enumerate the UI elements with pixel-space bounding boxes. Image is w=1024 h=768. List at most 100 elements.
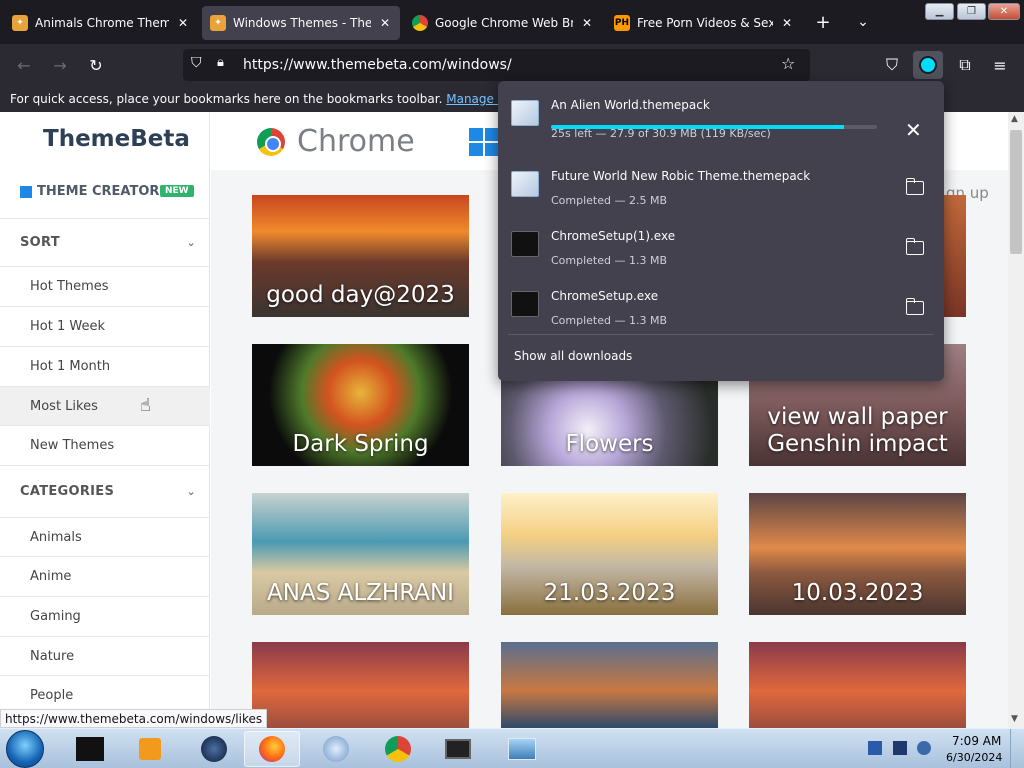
- folder-icon[interactable]: [906, 178, 924, 195]
- categories-heading[interactable]: CATEGORIES ⌄: [0, 465, 210, 517]
- download-item[interactable]: An Alien World.themepack 25s left — 27.9…: [498, 89, 944, 149]
- vertical-scrollbar[interactable]: ▲ ▼: [1008, 112, 1024, 728]
- sidebar-item-label: Animals: [30, 529, 82, 545]
- shield-icon[interactable]: ⛉: [191, 55, 202, 71]
- sidebar-item-animals[interactable]: Animals: [0, 517, 210, 556]
- chevron-down-icon: ⌄: [186, 485, 196, 498]
- taskbar-app-7[interactable]: [430, 731, 486, 767]
- themebeta-icon: ✦: [12, 15, 28, 31]
- theme-creator-label: THEME CREATOR: [37, 184, 160, 199]
- sidebar-item-label: Hot 1 Week: [30, 319, 105, 334]
- sidebar-item-hot-themes[interactable]: Hot Themes: [0, 266, 210, 306]
- folder-icon[interactable]: [906, 238, 924, 255]
- theme-card[interactable]: [252, 642, 469, 728]
- hand-cursor-icon: ☝: [140, 395, 151, 416]
- tab-ph[interactable]: PH Free Porn Videos & Sex Mo ✕: [606, 6, 802, 40]
- sidebar-item-nature[interactable]: Nature: [0, 636, 210, 675]
- scroll-up-icon[interactable]: ▲: [1011, 114, 1018, 124]
- back-arrow-icon: ←: [17, 55, 31, 75]
- panel-divider: [508, 334, 934, 335]
- link-status-bar: https://www.themebeta.com/windows/likes: [0, 709, 268, 728]
- url-text[interactable]: https://www.themebeta.com/windows/: [243, 57, 512, 73]
- site-logo[interactable]: ThemeBeta: [43, 126, 190, 152]
- sidebar-item-hot-1-month[interactable]: Hot 1 Month: [0, 346, 210, 386]
- windows-logo-icon[interactable]: [469, 128, 499, 156]
- taskbar-firefox[interactable]: [244, 731, 300, 767]
- star-icon[interactable]: ☆: [781, 54, 795, 73]
- download-item[interactable]: Future World New Robic Theme.themepack C…: [498, 160, 944, 220]
- sidebar-item-label: Anime: [30, 569, 72, 584]
- themebeta-icon: ✦: [210, 15, 226, 31]
- taskbar-app-3[interactable]: [186, 731, 242, 767]
- taskbar-chrome[interactable]: [370, 731, 426, 767]
- minimize-button[interactable]: ▁: [925, 3, 954, 20]
- sidebar-item-most-likes[interactable]: Most Likes ☝: [0, 386, 210, 425]
- theme-card[interactable]: [749, 642, 966, 728]
- taskbar-app-1[interactable]: [62, 731, 118, 767]
- taskbar-app-8[interactable]: [494, 731, 550, 767]
- download-item[interactable]: ChromeSetup(1).exe Completed — 1.3 MB: [498, 220, 944, 280]
- window-close-button[interactable]: ✕: [988, 3, 1020, 20]
- download-status: Completed — 2.5 MB: [551, 194, 668, 207]
- close-icon[interactable]: ✕: [176, 16, 190, 30]
- scrollbar-thumb[interactable]: [1010, 130, 1022, 254]
- tray-display-icon[interactable]: [893, 741, 907, 755]
- sidebar-item-new-themes[interactable]: New Themes: [0, 425, 210, 465]
- theme-card[interactable]: 21.03.2023: [501, 493, 718, 615]
- tray-network-icon[interactable]: [868, 741, 882, 755]
- show-all-downloads-button[interactable]: Show all downloads: [514, 349, 632, 363]
- reload-button[interactable]: ↻: [83, 53, 109, 77]
- forward-button[interactable]: →: [47, 53, 73, 77]
- pocket-button[interactable]: ⛉: [879, 53, 905, 77]
- reload-icon: ↻: [89, 55, 103, 75]
- sort-heading[interactable]: SORT ⌄: [0, 218, 210, 266]
- theme-card[interactable]: 10.03.2023: [749, 493, 966, 615]
- folder-icon[interactable]: [906, 298, 924, 315]
- download-progress-icon: [919, 56, 937, 74]
- download-filename: ChromeSetup.exe: [551, 289, 659, 303]
- hamburger-icon: ≡: [993, 55, 1007, 75]
- close-icon[interactable]: ✕: [780, 16, 794, 30]
- theme-creator-link[interactable]: THEME CREATOR: [20, 184, 159, 199]
- theme-card[interactable]: good day@2023: [252, 195, 469, 317]
- tray-volume-icon[interactable]: [917, 741, 931, 755]
- sidebar-item-anime[interactable]: Anime: [0, 556, 210, 596]
- taskbar: 7:09 AM 6/30/2024: [0, 728, 1024, 768]
- cancel-download-icon[interactable]: ✕: [905, 118, 922, 142]
- clock-time[interactable]: 7:09 AM: [952, 734, 1001, 748]
- new-tab-button[interactable]: +: [811, 10, 835, 34]
- windows-icon: [20, 185, 32, 198]
- close-icon[interactable]: ✕: [378, 16, 392, 30]
- download-item[interactable]: ChromeSetup.exe Completed — 1.3 MB: [498, 280, 944, 340]
- sidebar-item-hot-1-week[interactable]: Hot 1 Week: [0, 306, 210, 346]
- tab-windows-themes[interactable]: ✦ Windows Themes - Theme ✕: [202, 6, 400, 40]
- list-all-tabs-button[interactable]: ⌄: [851, 10, 875, 34]
- back-button[interactable]: ←: [11, 53, 37, 77]
- menu-button[interactable]: ≡: [987, 53, 1013, 77]
- theme-card[interactable]: ANAS ALZHRANI: [252, 493, 469, 615]
- sidebar-item-gaming[interactable]: Gaming: [0, 596, 210, 636]
- platform-chrome-link[interactable]: Chrome: [297, 124, 415, 159]
- theme-card-title: good day@2023: [266, 282, 455, 308]
- tab-google-chrome[interactable]: Google Chrome Web Bro ✕: [404, 6, 602, 40]
- start-button[interactable]: [6, 730, 44, 768]
- theme-card[interactable]: [501, 642, 718, 728]
- downloads-button[interactable]: [913, 51, 943, 79]
- scroll-down-icon[interactable]: ▼: [1011, 714, 1018, 724]
- tab-animals-themes[interactable]: ✦ Animals Chrome Themes - ✕: [4, 6, 198, 40]
- download-filename: An Alien World.themepack: [551, 98, 710, 112]
- show-desktop-button[interactable]: [1010, 729, 1024, 768]
- restore-icon: ❐: [967, 6, 976, 17]
- address-bar[interactable]: ⛉ 🔒︎ https://www.themebeta.com/windows/ …: [183, 49, 810, 81]
- theme-card[interactable]: Dark Spring: [252, 344, 469, 466]
- lock-icon[interactable]: 🔒︎: [217, 55, 224, 70]
- taskbar-media-player[interactable]: [122, 731, 178, 767]
- extensions-button[interactable]: ⧉: [952, 53, 978, 77]
- media-player-icon: [139, 738, 161, 760]
- restore-button[interactable]: ❐: [957, 3, 986, 20]
- clock-date[interactable]: 6/30/2024: [946, 751, 1002, 764]
- tab-title: Animals Chrome Themes -: [35, 16, 169, 30]
- taskbar-app-5[interactable]: [308, 731, 364, 767]
- chrome-logo-icon[interactable]: [257, 128, 285, 156]
- close-icon[interactable]: ✕: [580, 16, 594, 30]
